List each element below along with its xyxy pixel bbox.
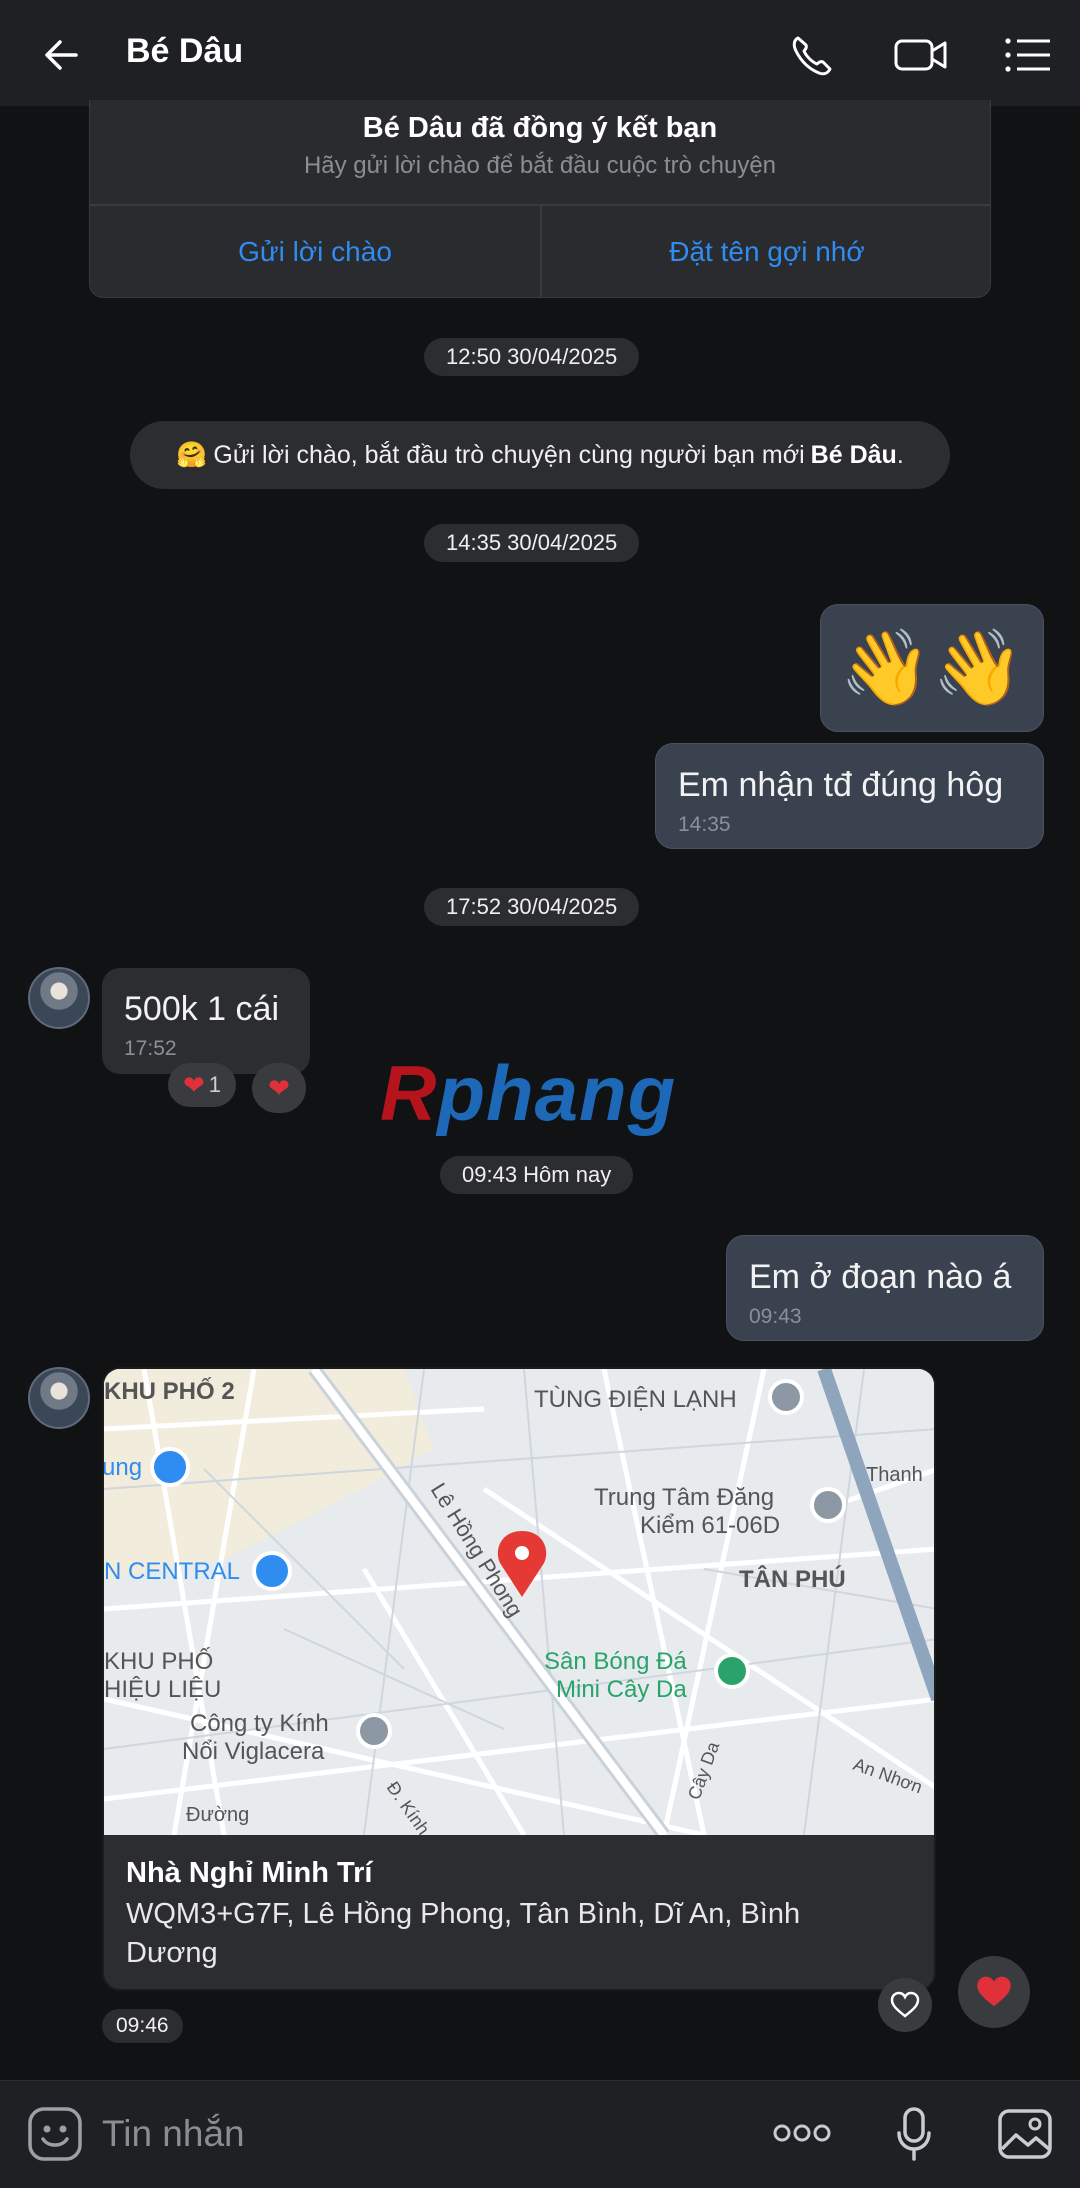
map-label: Thanh (866, 1464, 923, 1486)
map-label: Mini Cây Da (556, 1676, 687, 1703)
heart-icon: ❤ (268, 1072, 290, 1103)
location-name: Nhà Nghỉ Minh Trí (126, 1857, 373, 1889)
phone-call-icon[interactable] (784, 28, 842, 82)
video-call-icon[interactable] (892, 28, 950, 82)
message-text: Em ở đoạn nào á (749, 1258, 1012, 1296)
contact-avatar[interactable] (28, 1367, 90, 1429)
send-greeting-button[interactable]: Gửi lời chào (90, 206, 540, 298)
location-address: WQM3+G7F, Lê Hồng Phong, Tân Bình, Dĩ An… (126, 1898, 801, 1969)
watermark-logo: Rphang (380, 1049, 677, 1137)
map-label: KHU PHỐ 2 (104, 1377, 235, 1405)
contact-avatar[interactable] (28, 967, 90, 1029)
system-message-text: Gửi lời chào, bắt đầu trò chuyện cùng ng… (213, 440, 805, 469)
map-label: HIỆU LIỆU (104, 1676, 221, 1703)
incoming-message[interactable]: 500k 1 cái 17:52 (102, 968, 310, 1074)
message-time: 17:52 (124, 1037, 177, 1060)
message-text: 500k 1 cái (124, 990, 279, 1028)
heart-outline-icon (890, 1991, 920, 2018)
heart-icon (977, 1976, 1011, 2007)
back-arrow-icon[interactable] (36, 28, 90, 82)
message-time: 09:46 (102, 2009, 183, 2043)
react-heart-button[interactable] (878, 1978, 932, 2032)
waving-hand-emoji: 👋👋 (839, 626, 1025, 709)
outgoing-message[interactable]: Em ở đoạn nào á 09:43 (726, 1235, 1044, 1341)
map-label: Kiểm 61-06D (640, 1512, 780, 1539)
wave-emoji-message[interactable]: 👋👋 (820, 604, 1044, 732)
chat-header: Bé Dâu (0, 0, 1080, 106)
add-reaction-button[interactable]: ❤ (252, 1063, 306, 1113)
friend-card-title: Bé Dâu đã đồng ý kết bạn (362, 112, 718, 144)
message-time: 14:35 (678, 813, 731, 836)
system-message-end: . (896, 440, 904, 469)
location-map[interactable]: KHU PHỐ 2 TÙNG ĐIỆN LẠNH ung Thanh Trung… (104, 1369, 936, 1835)
system-message-name: Bé Dâu (810, 440, 897, 469)
map-label: TÙNG ĐIỆN LẠNH (534, 1386, 737, 1413)
message-input[interactable]: Tin nhắn (102, 2113, 245, 2155)
location-message[interactable]: KHU PHỐ 2 TÙNG ĐIỆN LẠNH ung Thanh Trung… (102, 1367, 936, 1991)
map-label: Đường (186, 1804, 249, 1826)
message-text: Em nhận tđ đúng hôg (678, 766, 1004, 804)
friend-card-subtitle: Hãy gửi lời chào để bắt đầu cuộc trò chu… (303, 152, 777, 179)
map-label: Công ty Kính (190, 1710, 329, 1737)
set-nickname-button[interactable]: Đặt tên gợi nhớ (542, 206, 992, 298)
timestamp-pill: 12:50 30/04/2025 (424, 338, 640, 376)
timestamp-pill: 09:43 Hôm nay (440, 1156, 634, 1194)
image-gallery-icon[interactable] (996, 2105, 1054, 2163)
map-label: Sân Bóng Đá (544, 1648, 687, 1675)
system-greeting-message[interactable]: 🤗 Gửi lời chào, bắt đầu trò chuyện cùng … (130, 421, 950, 489)
more-options-icon[interactable] (772, 2117, 832, 2149)
hugging-emoji: 🤗 (176, 440, 208, 469)
timestamp-pill: 17:52 30/04/2025 (424, 888, 640, 926)
chat-title[interactable]: Bé Dâu (126, 32, 243, 71)
map-label: N CENTRAL (104, 1558, 240, 1585)
menu-list-icon[interactable] (1000, 28, 1058, 82)
heart-reaction-button[interactable] (958, 1956, 1030, 2028)
map-label: ung (104, 1454, 142, 1481)
message-time: 09:43 (749, 1305, 802, 1328)
reaction-count: 1 (208, 1072, 222, 1097)
message-input-bar: Tin nhắn (0, 2080, 1080, 2188)
microphone-icon[interactable] (894, 2105, 934, 2165)
timestamp-pill: 14:35 30/04/2025 (424, 524, 640, 562)
reaction-summary[interactable]: ❤ 1 (168, 1063, 236, 1107)
sticker-emoji-icon[interactable] (26, 2105, 84, 2163)
friend-accepted-card: Bé Dâu đã đồng ý kết bạn Hãy gửi lời chà… (89, 100, 991, 298)
heart-icon: ❤ (182, 1069, 205, 1100)
map-label: Nổi Viglacera (182, 1738, 325, 1765)
outgoing-message[interactable]: Em nhận tđ đúng hôg 14:35 (655, 743, 1044, 849)
map-label: KHU PHỐ (104, 1647, 213, 1675)
map-label: TÂN PHÚ (739, 1565, 846, 1593)
map-label: Trung Tâm Đăng (594, 1484, 774, 1511)
